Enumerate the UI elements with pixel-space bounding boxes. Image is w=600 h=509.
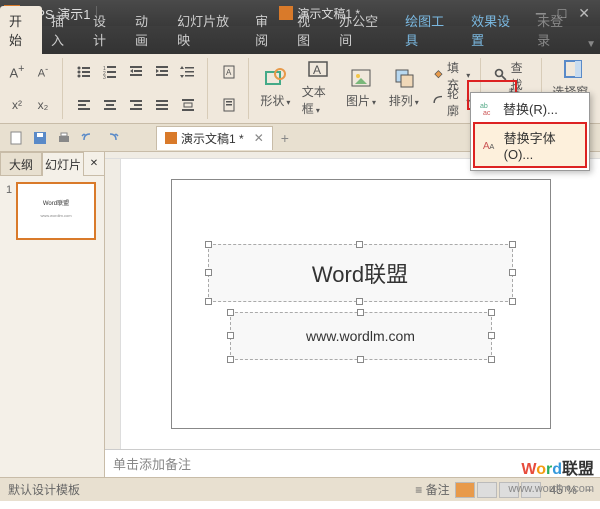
tab-design[interactable]: 设计 <box>84 6 126 54</box>
find-icon <box>493 67 508 85</box>
align-center-button[interactable] <box>99 94 121 116</box>
new-tab-button[interactable]: + <box>281 130 289 146</box>
notes-toggle[interactable]: ≡ 备注 <box>415 481 449 498</box>
align-justify-button[interactable] <box>151 94 173 116</box>
outline-tab[interactable]: 大纲 <box>0 152 42 176</box>
thumbnails: 1 Word联盟 www.wordlm.com <box>0 176 104 246</box>
panel-close-button[interactable]: ✕ <box>84 152 104 176</box>
text-direction-group: A <box>218 58 249 119</box>
watermark-brand: Word联盟 <box>521 455 594 479</box>
svg-text:ab: ab <box>480 103 488 110</box>
distribute-button[interactable] <box>177 94 199 116</box>
left-panel: 大纲 幻灯片 ✕ 1 Word联盟 www.wordlm.com <box>0 152 105 477</box>
thumbnail-number: 1 <box>6 184 12 196</box>
slide-thumbnail[interactable]: 1 Word联盟 www.wordlm.com <box>16 182 96 240</box>
canvas-area: Word联盟 www.wordlm.com 单击添加备注 <box>105 152 600 477</box>
paragraph-group: 123 <box>73 58 208 119</box>
tab-review[interactable]: 审阅 <box>246 6 288 54</box>
slide-workspace[interactable]: Word联盟 www.wordlm.com <box>121 159 600 449</box>
superscript-button[interactable]: x² <box>6 94 28 116</box>
tab-animation[interactable]: 动画 <box>126 6 168 54</box>
align-right-button[interactable] <box>125 94 147 116</box>
watermark-url: www.wordlm.com <box>508 483 594 495</box>
subtitle-textbox[interactable]: www.wordlm.com <box>230 312 492 360</box>
save-button[interactable] <box>30 128 50 148</box>
indent-increase-button[interactable] <box>151 61 173 83</box>
tabs-dropdown-icon[interactable]: ▼ <box>582 39 600 54</box>
title-text[interactable]: Word联盟 <box>209 257 512 289</box>
doc-tab-icon <box>165 132 177 144</box>
title-textbox[interactable]: Word联盟 <box>208 244 513 302</box>
svg-text:A: A <box>226 68 232 77</box>
tab-effects[interactable]: 效果设置 <box>462 6 528 54</box>
select-pane-icon <box>561 57 585 81</box>
image-icon <box>349 66 373 90</box>
replace-font-icon: AA <box>481 136 498 154</box>
redo-button[interactable] <box>102 128 122 148</box>
svg-text:ac: ac <box>483 110 491 117</box>
indent-decrease-button[interactable] <box>125 61 147 83</box>
align-left-button[interactable] <box>73 94 95 116</box>
tab-drawtools[interactable]: 绘图工具 <box>396 6 462 54</box>
tab-slideshow[interactable]: 幻灯片放映 <box>168 6 246 54</box>
vertical-align-button[interactable] <box>218 94 240 116</box>
undo-button[interactable] <box>78 128 98 148</box>
print-button[interactable] <box>54 128 74 148</box>
thumb-title: Word联盟 <box>18 198 94 207</box>
new-button[interactable] <box>6 128 26 148</box>
arrange-icon <box>392 66 416 90</box>
image-button[interactable]: 图片▾ <box>345 58 378 116</box>
tab-office[interactable]: 办公空间 <box>330 6 396 54</box>
svg-text:A: A <box>489 142 494 151</box>
outline-icon <box>432 93 445 111</box>
thumb-subtitle: www.wordlm.com <box>18 213 94 218</box>
text-direction-button[interactable]: A <box>218 61 240 83</box>
status-bar: 默认设计模板 ≡ 备注 45 % − Word联盟 www.wordlm.com <box>0 477 600 501</box>
close-tab-button[interactable]: ✕ <box>254 131 264 145</box>
vertical-ruler <box>105 159 121 449</box>
subtitle-text[interactable]: www.wordlm.com <box>231 328 491 344</box>
sorter-view-button[interactable] <box>477 482 497 498</box>
template-name: 默认设计模板 <box>8 481 80 498</box>
font-increase-button[interactable]: A+ <box>6 61 28 83</box>
main-area: 大纲 幻灯片 ✕ 1 Word联盟 www.wordlm.com <box>0 152 600 477</box>
font-size-group: A+ A- x² x₂ <box>6 58 63 119</box>
line-spacing-button[interactable] <box>177 61 199 83</box>
ribbon-tabs: 开始 插入 设计 动画 幻灯片放映 审阅 视图 办公空间 绘图工具 效果设置 未… <box>0 26 600 54</box>
tab-insert[interactable]: 插入 <box>42 6 84 54</box>
tab-start[interactable]: 开始 <box>0 6 42 54</box>
replace-dropdown: abac 替换(R)... AA 替换字体(O)... <box>470 92 590 171</box>
slides-tab[interactable]: 幻灯片 <box>42 152 84 176</box>
arrange-button[interactable]: 排列▾ <box>387 58 420 116</box>
slide[interactable]: Word联盟 www.wordlm.com <box>171 179 551 429</box>
login-link[interactable]: 未登录 <box>528 6 582 54</box>
textbox-icon: A <box>306 57 330 81</box>
replace-text-icon: abac <box>479 100 497 118</box>
svg-text:A: A <box>313 63 321 77</box>
fill-icon <box>432 67 445 85</box>
subscript-button[interactable]: x₂ <box>32 94 54 116</box>
numbering-button[interactable]: 123 <box>99 61 121 83</box>
bullets-button[interactable] <box>73 61 95 83</box>
replace-font-menu-item[interactable]: AA 替换字体(O)... <box>473 122 587 168</box>
replace-menu-item[interactable]: abac 替换(R)... <box>473 95 587 122</box>
outline-button[interactable]: 轮廓▾ <box>430 90 472 114</box>
normal-view-button[interactable] <box>455 482 475 498</box>
font-decrease-button[interactable]: A- <box>32 61 54 83</box>
shape-button[interactable]: 形状▾ <box>259 58 292 116</box>
tab-view[interactable]: 视图 <box>288 6 330 54</box>
svg-text:3: 3 <box>103 75 106 80</box>
shape-icon <box>263 66 287 90</box>
document-tab[interactable]: 演示文稿1 * ✕ <box>156 126 273 150</box>
textbox-button[interactable]: A 文本框▾ <box>302 58 335 116</box>
